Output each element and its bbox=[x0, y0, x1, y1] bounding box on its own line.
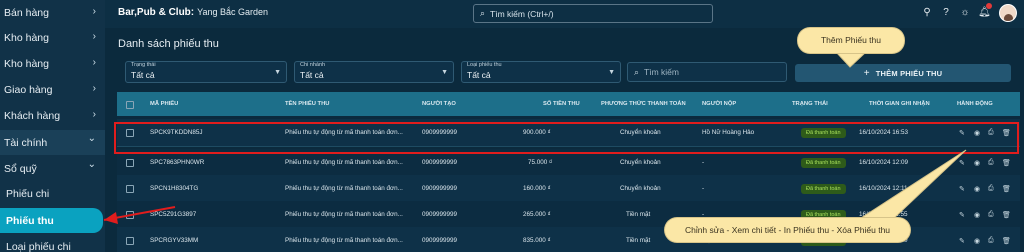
add-callout-pointer bbox=[834, 51, 868, 68]
actions-callout-pointer bbox=[856, 149, 967, 221]
app-root: Bán hàng › Kho hàng › Kho hàng › Giao hàng ›… bbox=[0, 0, 1024, 252]
add-receipt-callout: Thêm Phiếu thu bbox=[798, 28, 904, 53]
actions-callout: Chỉnh sửa - Xem chi tiết - In Phiếu thu … bbox=[665, 218, 910, 242]
sidebar-arrow-head bbox=[104, 212, 118, 224]
